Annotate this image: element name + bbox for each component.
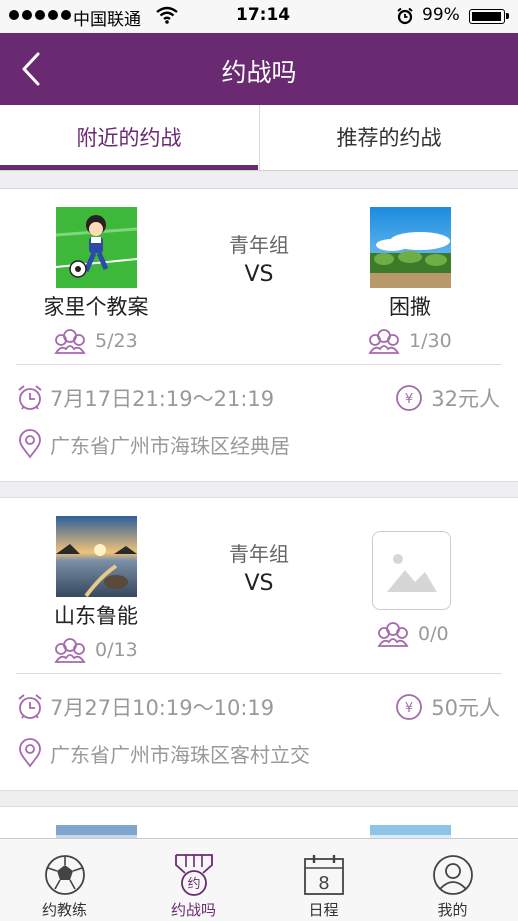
count-value: 5/23 bbox=[95, 330, 138, 352]
tab-label: 日程 bbox=[308, 901, 339, 919]
match-time: 7月27日10:19～10:19 bbox=[50, 696, 275, 720]
away-team-count: 0/0 bbox=[376, 620, 449, 648]
tab-label: 约战吗 bbox=[170, 901, 216, 919]
wifi-icon bbox=[156, 6, 178, 24]
image-placeholder-icon bbox=[387, 554, 437, 592]
match-address-row: 广东省广州市海珠区客村立交 bbox=[16, 738, 310, 768]
card-divider bbox=[16, 673, 502, 674]
tabs-divider bbox=[0, 170, 518, 171]
carrier-name: 中国联通 bbox=[73, 10, 141, 30]
home-team-name: 山东鲁能 bbox=[54, 604, 138, 628]
match-price: 50元人 bbox=[431, 696, 500, 720]
match-time-row: 7月27日10:19～10:19 bbox=[16, 692, 274, 722]
battery-icon bbox=[469, 9, 509, 24]
svg-text:约: 约 bbox=[187, 877, 200, 892]
svg-text:¥: ¥ bbox=[405, 392, 413, 407]
count-value: 0/0 bbox=[418, 623, 449, 645]
status-bar: 中国联通 17:14 99% bbox=[0, 0, 518, 33]
match-price-row: ¥ 32元人 bbox=[395, 383, 500, 413]
count-value: 0/13 bbox=[95, 639, 138, 661]
segment-tabs: 附近的约战 推荐的约战 bbox=[0, 105, 518, 170]
battery-percent: 99% bbox=[422, 5, 460, 25]
nav-bar: 约战吗 bbox=[0, 33, 518, 105]
yuan-icon: ¥ bbox=[396, 694, 423, 720]
card-divider bbox=[16, 364, 502, 365]
away-team-name: 困撒 bbox=[389, 295, 431, 319]
medal-icon: 约 bbox=[175, 854, 213, 896]
svg-text:¥: ¥ bbox=[405, 701, 413, 716]
signal-strength-icon bbox=[9, 10, 71, 20]
alarm-clock-icon bbox=[18, 694, 42, 719]
tab-schedule[interactable]: 8 日程 bbox=[259, 839, 388, 921]
alarm-icon bbox=[397, 7, 413, 25]
match-time-row: 7月17日21:19～21:19 bbox=[16, 383, 274, 413]
tab-find-coach[interactable]: 约教练 bbox=[0, 839, 129, 921]
tab-profile[interactable]: 我的 bbox=[388, 839, 517, 921]
tab-label: 约教练 bbox=[41, 901, 87, 919]
location-pin-icon bbox=[19, 429, 41, 459]
tab-nearby-matches[interactable]: 附近的约战 bbox=[0, 105, 258, 170]
group-icon bbox=[377, 622, 409, 647]
soccer-ball-icon bbox=[45, 855, 85, 895]
home-team-count: 5/23 bbox=[53, 327, 138, 355]
count-value: 1/30 bbox=[409, 330, 452, 352]
status-time: 17:14 bbox=[236, 5, 291, 25]
group-icon bbox=[368, 329, 400, 354]
match-card[interactable]: 家里个教案 5/23 青年组 VS 困撒 1/30 7月17日21:19～21:… bbox=[0, 188, 518, 482]
match-price-row: ¥ 50元人 bbox=[395, 692, 500, 722]
tab-match[interactable]: 约 约战吗 bbox=[129, 839, 258, 921]
group-icon bbox=[54, 638, 86, 663]
tab-recommended-matches[interactable]: 推荐的约战 bbox=[259, 105, 518, 170]
match-price: 32元人 bbox=[431, 387, 500, 411]
match-address-row: 广东省广州市海珠区经典居 bbox=[16, 429, 290, 459]
away-team-count: 1/30 bbox=[367, 327, 452, 355]
home-team-count: 0/13 bbox=[53, 636, 138, 664]
tab-label: 我的 bbox=[437, 901, 468, 919]
match-time: 7月17日21:19～21:19 bbox=[50, 387, 275, 411]
user-icon bbox=[433, 855, 473, 895]
calendar-icon: 8 bbox=[304, 855, 344, 895]
match-address: 广东省广州市海珠区客村立交 bbox=[50, 742, 310, 767]
bottom-tab-bar: 约教练 约 约战吗 8 日程 我的 bbox=[0, 838, 518, 921]
match-address: 广东省广州市海珠区经典居 bbox=[50, 433, 290, 458]
location-pin-icon bbox=[19, 738, 41, 768]
away-team-avatar-placeholder[interactable] bbox=[372, 531, 451, 610]
away-team-avatar[interactable] bbox=[370, 207, 451, 288]
svg-text:8: 8 bbox=[318, 873, 329, 894]
group-icon bbox=[54, 329, 86, 354]
alarm-clock-icon bbox=[18, 385, 42, 410]
home-team-name: 家里个教案 bbox=[43, 295, 149, 319]
match-card[interactable]: 山东鲁能 0/13 青年组 VS 0/0 7月27日10:19～10:19 ¥ … bbox=[0, 497, 518, 791]
yuan-icon: ¥ bbox=[396, 385, 423, 411]
page-title: 约战吗 bbox=[221, 58, 297, 87]
